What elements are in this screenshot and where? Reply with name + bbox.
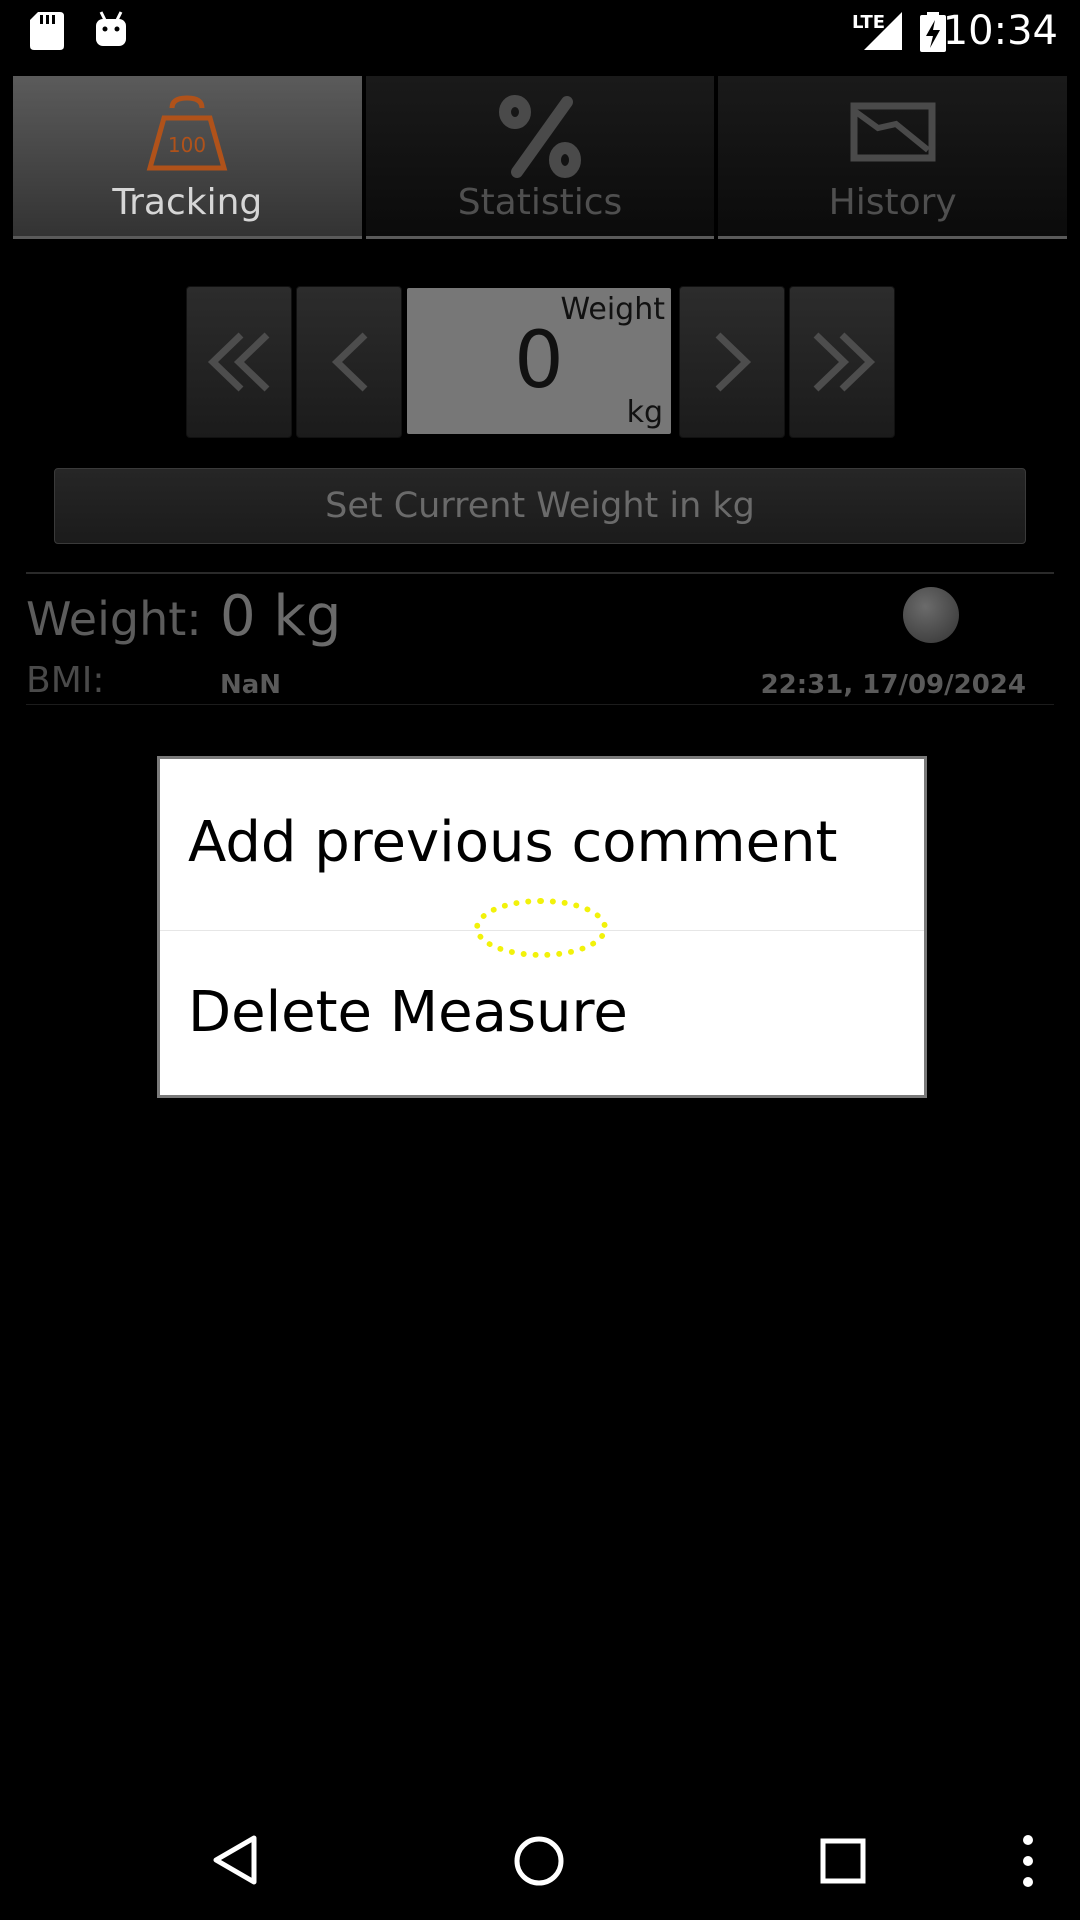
tap-indicator — [474, 898, 608, 958]
weight-label: Weight: — [26, 592, 202, 646]
divider — [26, 704, 1054, 705]
weight-unit: kg — [626, 395, 663, 430]
bmi-value: NaN — [220, 670, 282, 700]
tab-label: History — [828, 182, 957, 223]
tab-statistics[interactable]: Statistics — [365, 76, 715, 239]
recents-icon[interactable] — [818, 1836, 868, 1886]
bmi-label: BMI: — [26, 660, 105, 701]
set-current-weight-button[interactable]: Set Current Weight in kg — [54, 468, 1026, 544]
back-icon[interactable] — [210, 1834, 260, 1886]
increase-fast-button[interactable] — [789, 286, 895, 438]
status-dot-icon — [903, 587, 959, 643]
tab-label: Tracking — [112, 182, 263, 223]
weight-display[interactable]: Weight 0 kg — [407, 288, 671, 434]
weight-entry-value: 0 kg — [220, 584, 342, 649]
scale-weight-icon: 100 — [147, 95, 228, 171]
sd-card-icon — [30, 12, 64, 50]
home-icon[interactable] — [512, 1834, 566, 1888]
svg-text:100: 100 — [168, 133, 206, 157]
entry-timestamp: 22:31, 17/09/2024 — [760, 670, 1026, 700]
divider — [26, 572, 1054, 574]
status-bar: LTE 10:34 — [0, 0, 1080, 62]
tab-tracking[interactable]: 100 Tracking — [13, 76, 362, 239]
increase-button[interactable] — [679, 286, 785, 438]
overflow-menu-icon[interactable] — [1018, 1834, 1038, 1888]
tab-history[interactable]: History — [718, 76, 1068, 239]
decrease-button[interactable] — [296, 286, 402, 438]
weight-value: 0 — [514, 316, 564, 406]
percent-icon — [499, 95, 581, 178]
chevron-left-icon — [331, 332, 368, 392]
decrease-fast-button[interactable] — [186, 286, 292, 438]
status-time: 10:34 — [942, 8, 1058, 54]
double-chevron-left-icon — [207, 332, 270, 392]
navigation-bar — [0, 1800, 1080, 1920]
signal-icon — [864, 12, 902, 50]
android-icon — [96, 11, 126, 46]
chevron-right-icon — [715, 332, 752, 392]
tab-bar: 100 Tracking Statistics History — [13, 76, 1068, 242]
tab-label: Statistics — [457, 182, 623, 223]
history-chart-icon — [850, 102, 936, 162]
double-chevron-right-icon — [813, 332, 876, 392]
